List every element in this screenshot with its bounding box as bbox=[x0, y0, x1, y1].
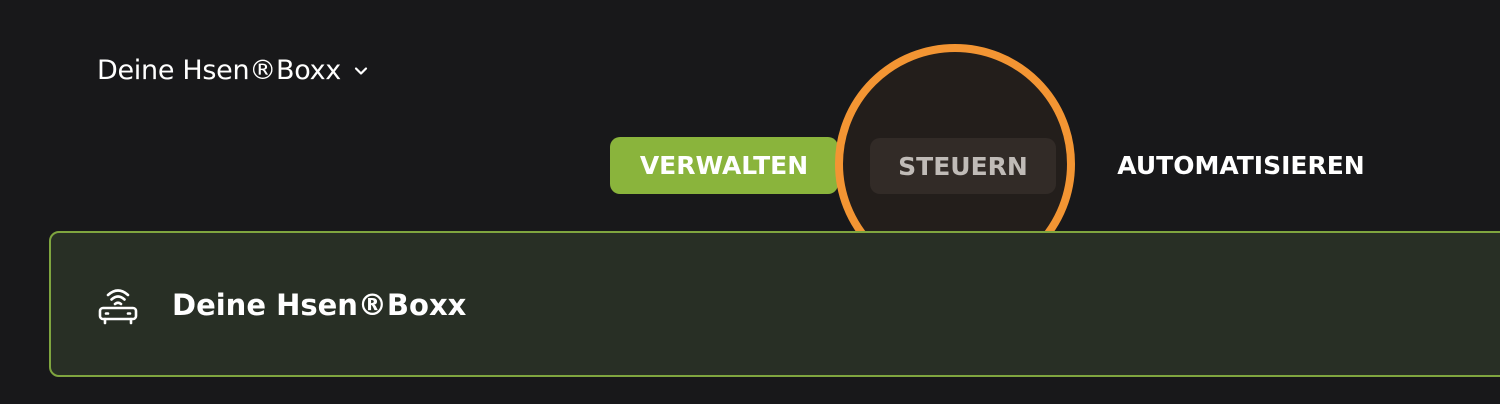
device-card-title: Deine Hsen®Boxx bbox=[172, 288, 467, 322]
tab-automatisieren[interactable]: AUTOMATISIEREN bbox=[1108, 137, 1374, 194]
tab-verwalten[interactable]: VERWALTEN bbox=[610, 137, 838, 194]
router-wifi-icon bbox=[96, 283, 140, 327]
tab-steuern[interactable]: STEUERN bbox=[870, 138, 1056, 194]
